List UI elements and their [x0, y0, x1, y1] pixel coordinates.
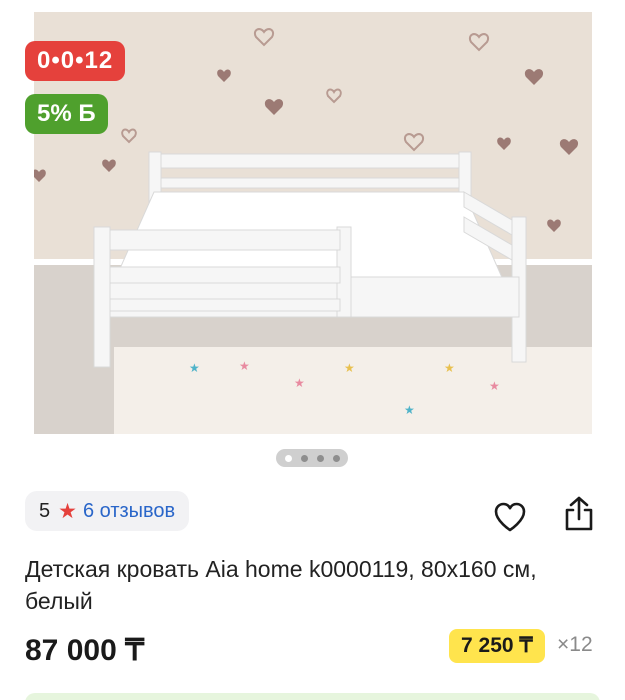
rating-score: 5 [39, 499, 51, 522]
gallery-dot-2[interactable] [300, 454, 308, 462]
share-icon [565, 496, 593, 531]
product-price: 87 000 ₸ [25, 634, 145, 667]
share-button[interactable] [559, 494, 599, 534]
star-icon: ★ [58, 499, 77, 523]
svg-text:★: ★ [444, 361, 455, 375]
reviews-count[interactable]: 6 отзывов [83, 500, 175, 523]
svg-text:★: ★ [189, 361, 200, 375]
gallery-pagination[interactable] [276, 449, 348, 467]
product-title: Детская кровать Aia home k0000119, 80x16… [25, 556, 537, 614]
promo-banner[interactable] [25, 693, 600, 700]
svg-text:★: ★ [404, 403, 415, 417]
svg-text:★: ★ [239, 359, 250, 373]
svg-text:★: ★ [294, 376, 305, 390]
gallery-dot-4[interactable] [332, 454, 340, 462]
svg-text:★: ★ [344, 361, 355, 375]
favorite-button[interactable] [490, 497, 530, 537]
timer-badge: 0•0•12 [25, 41, 126, 81]
installment-price[interactable]: 7 250 ₸ [449, 629, 545, 663]
svg-text:★: ★ [489, 379, 500, 393]
gallery-dot-1[interactable] [284, 454, 292, 462]
heart-icon [494, 502, 526, 532]
bonus-badge: 5% Б [25, 94, 108, 134]
rating-reviews-link[interactable]: 5 ★ 6 отзывов [25, 491, 190, 531]
installment-months: ×12 [557, 633, 593, 656]
gallery-dot-3[interactable] [316, 454, 324, 462]
